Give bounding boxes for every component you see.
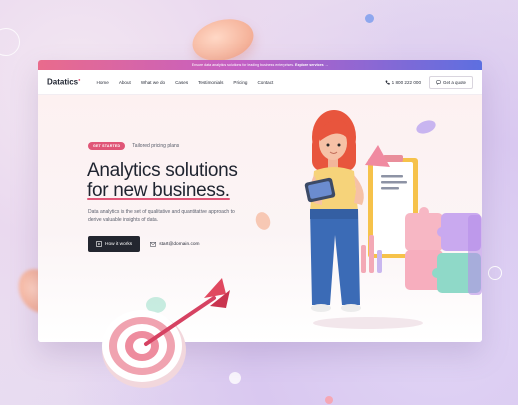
nav-link-home[interactable]: Home	[97, 80, 109, 85]
get-quote-button[interactable]: Get a quote	[429, 75, 473, 89]
chat-icon	[436, 80, 441, 85]
floating-coin-decoration	[188, 13, 258, 67]
decorative-ring-right	[488, 266, 502, 280]
promo-bar: Ensure data analytics solutions for lead…	[38, 60, 482, 70]
decorative-dot	[365, 14, 374, 23]
get-started-badge[interactable]: GET STARTED	[88, 142, 126, 150]
promo-text: Ensure data analytics solutions for lead…	[191, 63, 295, 67]
woman-character-illustration	[304, 110, 364, 312]
play-icon	[96, 241, 102, 247]
nav-link-pricing[interactable]: Pricing	[233, 80, 247, 85]
nav-right: 1 800 222 000 Get a quote	[385, 75, 473, 89]
nav-link-cases[interactable]: Cases	[175, 80, 188, 85]
how-it-works-button[interactable]: How it works	[88, 236, 141, 252]
nav-links: Home About What we do Cases Testimonials…	[97, 80, 274, 85]
nav-link-contact[interactable]: Contact	[257, 80, 273, 85]
target-dart-illustration	[102, 278, 230, 388]
phone-icon	[385, 80, 390, 85]
promo-link[interactable]: Explore services →	[295, 63, 328, 67]
headline-line-1: Analytics solutions	[87, 160, 238, 181]
hero-subtext: Data analytics is the set of qualitative…	[88, 209, 235, 223]
nav-link-about[interactable]: About	[119, 80, 131, 85]
decorative-ring	[0, 28, 20, 56]
headline-line-2: for new business.	[87, 180, 230, 201]
tag-row: GET STARTED Tailored pricing plans	[88, 142, 179, 150]
how-it-works-label: How it works	[105, 241, 133, 247]
decorative-dot-pink	[325, 396, 333, 404]
navbar: Datatics● Home About What we do Cases Te…	[38, 70, 482, 95]
email-link[interactable]: start@domain.com	[150, 241, 200, 247]
bar-chart-illustration	[361, 235, 382, 273]
get-quote-label: Get a quote	[443, 79, 466, 85]
puzzle-pieces-illustration	[405, 207, 482, 295]
cta-row: How it works start@domain.com	[88, 236, 200, 252]
mail-icon	[150, 241, 157, 247]
nav-link-what-we-do[interactable]: What we do	[141, 80, 165, 85]
hero-headline: Analytics solutions for new business.	[87, 161, 297, 201]
logo[interactable]: Datatics●	[47, 77, 81, 87]
nav-link-testimonials[interactable]: Testimonials	[198, 80, 223, 85]
clipboard-chart-illustration	[368, 155, 418, 258]
phone-number: 1 800 222 000	[391, 79, 422, 85]
pricing-plans-caption[interactable]: Tailored pricing plans	[132, 143, 179, 149]
email-address: start@domain.com	[159, 241, 200, 247]
phone-link[interactable]: 1 800 222 000	[385, 80, 421, 85]
